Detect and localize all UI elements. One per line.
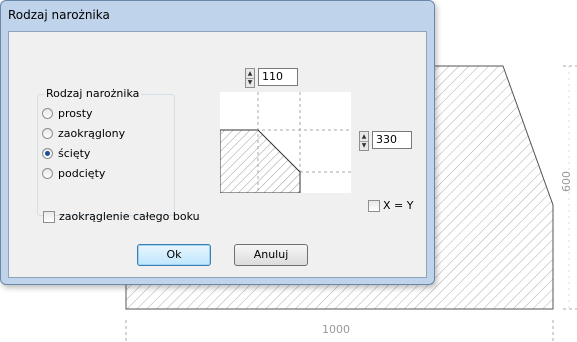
radio-label-prosty: prosty — [58, 106, 93, 120]
radio-label-zaokraglony: zaokrąglony — [58, 126, 126, 140]
corner-type-legend: Rodzaj narożnika — [44, 87, 142, 100]
radio-button-zaokraglony[interactable] — [42, 127, 53, 139]
top-value-input[interactable]: 110 — [258, 68, 298, 86]
radio-button-prosty[interactable] — [42, 107, 53, 119]
radio-prosty[interactable]: prosty — [42, 105, 93, 121]
round-side-checkbox-label: zaokrąglenie całego boku — [59, 210, 200, 223]
round-side-checkbox[interactable] — [43, 210, 55, 223]
side-value-input[interactable]: 330 — [372, 131, 412, 149]
side-value-spinner[interactable]: ▲ ▼ — [359, 131, 369, 151]
round-side-checkbox-row[interactable]: zaokrąglenie całego boku — [43, 210, 200, 223]
corner-type-dialog: Rodzaj narożnika Rodzaj narożnika prosty… — [0, 0, 435, 285]
ok-button[interactable]: Ok — [137, 244, 211, 266]
spinner-down-icon[interactable]: ▼ — [360, 141, 368, 150]
radio-podciety[interactable]: podcięty — [42, 165, 105, 181]
corner-type-group: Rodzaj narożnika prosty zaokrąglony ścię… — [37, 87, 175, 216]
xy-checkbox[interactable] — [368, 199, 380, 212]
corner-preview — [220, 92, 351, 193]
height-dimension-label: 600 — [560, 171, 573, 192]
width-dimension-label: 1000 — [322, 323, 350, 336]
top-value-spinner[interactable]: ▲ ▼ — [245, 68, 255, 88]
xy-checkbox-row[interactable]: X = Y — [368, 199, 413, 212]
preview-shape — [220, 129, 301, 193]
radio-sciety[interactable]: ścięty — [42, 145, 90, 161]
cancel-button[interactable]: Anuluj — [234, 244, 308, 266]
dialog-title: Rodzaj narożnika — [8, 8, 110, 22]
radio-button-podciety[interactable] — [42, 167, 53, 179]
radio-button-sciety[interactable] — [42, 147, 53, 159]
radio-label-sciety: ścięty — [58, 146, 91, 160]
xy-checkbox-label: X = Y — [383, 199, 414, 212]
dialog-titlebar[interactable]: Rodzaj narożnika — [1, 1, 434, 28]
spinner-down-icon[interactable]: ▼ — [246, 78, 254, 87]
radio-zaokraglony[interactable]: zaokrąglony — [42, 125, 125, 141]
radio-label-podciety: podcięty — [58, 166, 106, 180]
